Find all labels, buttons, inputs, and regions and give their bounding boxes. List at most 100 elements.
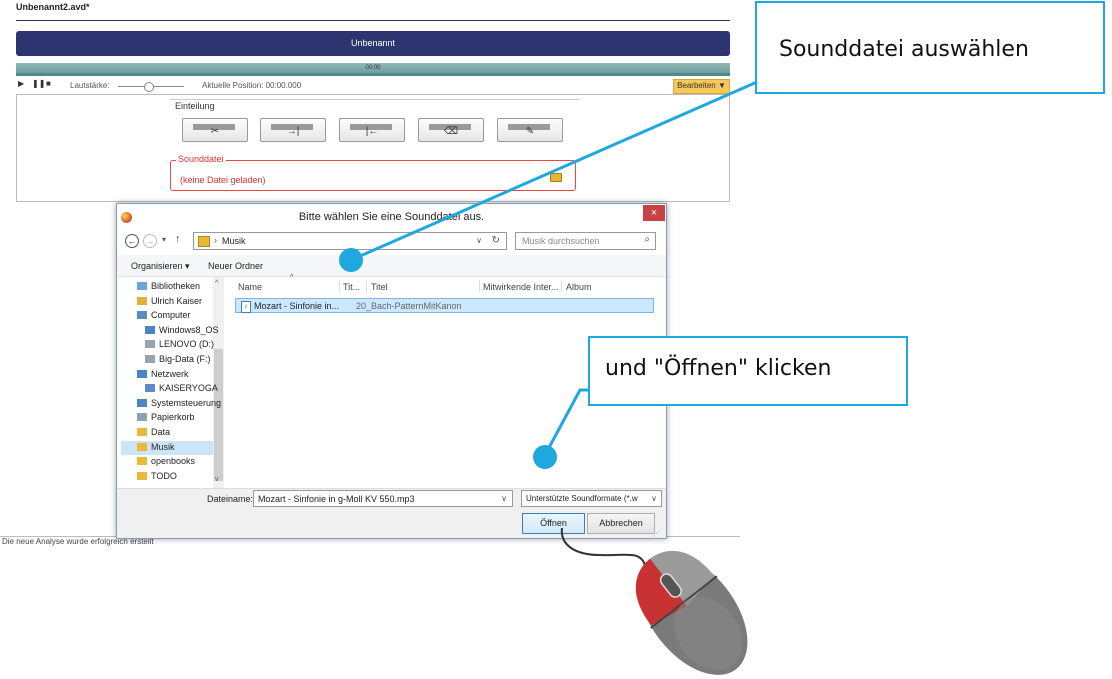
drive-icon	[145, 355, 155, 363]
mouse-illustration-icon	[560, 527, 748, 675]
search-input[interactable]: Musik durchsuchen ⌕	[515, 232, 656, 250]
open-folder-icon[interactable]	[550, 173, 562, 182]
tree-item-label: Computer	[151, 310, 191, 321]
close-button[interactable]: ×	[643, 205, 665, 221]
search-icon: ⌕	[644, 234, 650, 245]
filetype-select[interactable]: Unterstützte Soundformate (*.w ∨	[521, 490, 662, 507]
tree-item[interactable]: Bibliotheken	[137, 281, 200, 295]
forward-arrow-icon[interactable]: →	[143, 234, 157, 248]
tree-item-label: KAISERYOGA	[159, 383, 218, 394]
analysis-title-bar: Unbenannt	[16, 31, 730, 56]
tree-item[interactable]: Papierkorb	[137, 412, 195, 426]
cancel-button[interactable]: Abbrechen	[587, 513, 655, 534]
open-button[interactable]: Öffnen	[522, 513, 585, 534]
stop-icon[interactable]: ■	[46, 79, 51, 88]
network-icon	[137, 369, 147, 378]
drive-icon	[145, 325, 155, 334]
computer-icon	[137, 311, 147, 320]
column-separator	[479, 280, 480, 292]
chevron-down-icon[interactable]: ∨	[476, 236, 482, 245]
address-bar[interactable]: › Musik ∨ ↻	[193, 232, 507, 250]
filename-value: Mozart - Sinfonie in g-Moll KV 550.mp3	[258, 494, 415, 504]
callout-select-file: Sounddatei auswählen	[755, 1, 1105, 94]
new-folder-button[interactable]: Neuer Ordner	[208, 261, 263, 271]
tree-item[interactable]: KAISERYOGA	[145, 383, 218, 397]
file-title: 20_Bach-PatternMitKanon	[356, 301, 462, 311]
title-divider	[16, 20, 730, 21]
refresh-icon[interactable]: ↻	[492, 235, 500, 246]
music-file-icon: ♪	[241, 301, 251, 313]
command-bar: Organisieren ▾ Neuer Ordner	[117, 255, 666, 277]
network-computer-icon	[145, 384, 155, 393]
chevron-down-icon: ∨	[651, 494, 657, 503]
edit-button-label: Bearbeiten	[677, 81, 716, 90]
callout-click-open-text: und "Öffnen" klicken	[605, 356, 832, 381]
column-track[interactable]: Tit...	[343, 282, 360, 292]
scroll-down-icon[interactable]: v	[215, 476, 219, 483]
library-icon	[137, 282, 147, 290]
tree-item-label: Data	[151, 427, 171, 437]
volume-label: Lautstärke:	[70, 81, 110, 90]
filetype-value: Unterstützte Soundformate (*.w	[526, 494, 638, 503]
tree-scrollbar-thumb[interactable]	[214, 349, 223, 481]
control-panel-icon	[137, 398, 147, 407]
organize-menu[interactable]: Organisieren ▾	[131, 261, 190, 272]
breadcrumb-chevron-icon: ›	[214, 235, 217, 245]
tree-item[interactable]: Systemsteuerung	[137, 398, 221, 412]
chevron-down-icon[interactable]: ∨	[501, 494, 507, 503]
tree-item[interactable]: openbooks	[137, 456, 195, 470]
tree-item[interactable]: Big-Data (F:)	[145, 354, 211, 368]
folder-icon	[137, 457, 147, 466]
open-file-dialog: Bitte wählen Sie eine Sounddatei aus. × …	[116, 203, 667, 539]
timeline-bar[interactable]: 00:00	[16, 63, 730, 73]
volume-slider-knob[interactable]	[144, 82, 154, 92]
resize-grip-icon[interactable]: ⋰	[653, 530, 660, 538]
edit-button[interactable]: Bearbeiten ▼	[673, 79, 730, 94]
pencil-icon: ✎	[525, 126, 535, 137]
cut-button[interactable]: ✂	[182, 118, 248, 142]
einteilung-label: Einteilung	[175, 101, 215, 111]
tree-item[interactable]: Netzwerk	[137, 369, 189, 383]
tree-item-label: Systemsteuerung	[151, 397, 222, 408]
tree-item[interactable]: Ulrich Kaiser	[137, 296, 202, 310]
pencil-button[interactable]: ✎	[497, 118, 563, 142]
recent-locations-chevron-icon[interactable]: ▾	[162, 235, 166, 244]
document-title: Unbenannt2.avd*	[16, 2, 90, 12]
erase-button[interactable]: ⌫	[418, 118, 484, 142]
user-folder-icon	[137, 296, 147, 305]
file-name: Mozart - Sinfonie in...	[254, 301, 340, 311]
tree-item[interactable]: Computer	[137, 310, 191, 324]
tree-item-label: TODO	[151, 470, 177, 481]
arrow-left-icon: |←	[365, 126, 379, 137]
tree-item[interactable]: LENOVO (D:)	[145, 339, 214, 353]
tree-item-label: Bibliotheken	[151, 281, 201, 291]
column-album[interactable]: Album	[566, 282, 592, 292]
column-separator	[366, 280, 367, 292]
tree-item[interactable]: TODO	[137, 471, 177, 485]
move-left-button[interactable]: |←	[339, 118, 405, 142]
breadcrumb-folder[interactable]: Musik	[222, 236, 246, 246]
play-icon[interactable]: ▶	[18, 79, 24, 88]
drive-icon	[145, 340, 155, 349]
folder-icon	[137, 442, 147, 451]
scroll-up-icon[interactable]: ^	[215, 280, 218, 287]
position-label: Aktuelle Position: 00:00.000	[202, 81, 302, 90]
file-row[interactable]: ♪ Mozart - Sinfonie in... 20_Bach-Patter…	[235, 298, 654, 313]
up-arrow-icon[interactable]: ↑	[175, 233, 181, 245]
column-name[interactable]: Name	[238, 282, 262, 292]
playback-controls: ▶ ❚❚ ■ Lautstärke: Aktuelle Position: 00…	[16, 79, 730, 94]
dialog-title: Bitte wählen Sie eine Sounddatei aus.	[298, 211, 485, 223]
move-right-button[interactable]: →|	[260, 118, 326, 142]
back-arrow-icon[interactable]: ←	[125, 234, 139, 248]
sort-arrow-icon: ^	[290, 274, 294, 281]
tree-item[interactable]: Windows8_OS	[145, 325, 219, 339]
sounddatei-label: Sounddatei	[176, 154, 226, 164]
filename-input[interactable]: Mozart - Sinfonie in g-Moll KV 550.mp3 ∨	[253, 490, 513, 507]
column-title[interactable]: Titel	[371, 282, 388, 292]
search-placeholder: Musik durchsuchen	[522, 236, 600, 246]
column-artists[interactable]: Mitwirkende Inter...	[483, 282, 559, 292]
tree-item[interactable]: Musik	[137, 442, 175, 456]
tree-item[interactable]: Data	[137, 427, 170, 441]
scissors-icon: ✂	[210, 126, 220, 137]
pause-icon[interactable]: ❚❚	[32, 79, 45, 88]
